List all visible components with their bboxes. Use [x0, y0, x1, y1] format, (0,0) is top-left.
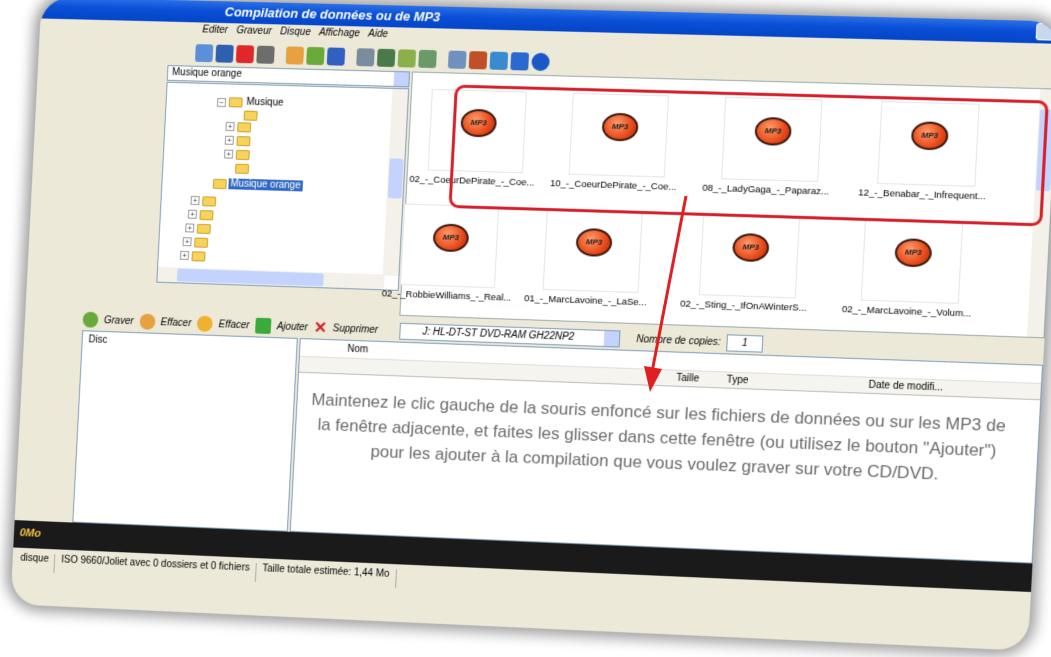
burn-icon[interactable] [356, 47, 375, 67]
tree-item-musique[interactable]: Musique [246, 97, 283, 109]
clear-icon[interactable] [196, 315, 214, 332]
new-icon[interactable] [194, 43, 214, 62]
folder-icon [199, 210, 214, 221]
file-name: 02_-_MarcLavoine_-_Volum... [841, 304, 972, 320]
info-icon[interactable] [531, 52, 551, 71]
drag-hint-text: Maintenez le clic gauche de la souris en… [310, 390, 1007, 484]
compilation-list-pane[interactable]: Nom Taille Type Date de modifi... Mainte… [289, 338, 1044, 564]
remove-files-icon[interactable] [306, 46, 325, 65]
file-item[interactable]: MP3 02_-_RobbieWilliams_-_Real... [381, 197, 518, 304]
menu-editer[interactable]: Editer [202, 24, 228, 35]
highlight-box [448, 84, 1049, 227]
mp3-icon: MP3 [731, 232, 770, 263]
plus-icon[interactable] [254, 317, 272, 335]
expand-icon[interactable]: + [179, 250, 190, 261]
tree-horizontal-scrollbar[interactable] [157, 266, 385, 290]
chevron-down-icon[interactable] [393, 72, 410, 87]
window-title: Compilation de données ou de MP3 [224, 4, 441, 25]
expand-icon[interactable]: + [224, 149, 234, 159]
erase-icon[interactable] [376, 48, 396, 67]
supprimer-button[interactable]: Supprimer [332, 323, 378, 336]
folder-icon [237, 122, 252, 133]
delete-icon[interactable] [235, 44, 255, 63]
cross-icon[interactable]: ✕ [313, 318, 327, 338]
menu-affichage[interactable]: Affichage [319, 27, 360, 39]
menu-aide[interactable]: Aide [368, 29, 388, 40]
folder-icon [194, 237, 209, 248]
expand-icon[interactable]: + [224, 135, 234, 145]
folder-icon [191, 251, 206, 262]
burn-icon[interactable] [82, 311, 99, 328]
folder-icon [243, 110, 258, 121]
settings-icon[interactable] [447, 50, 467, 69]
menu-graveur[interactable]: Graveur [236, 25, 272, 37]
col-taille[interactable]: Taille [676, 373, 700, 385]
folder-icon [235, 149, 250, 161]
mp3-icon: MP3 [432, 223, 470, 253]
folder-path: Musique orange [171, 67, 243, 80]
menu-disque[interactable]: Disque [280, 26, 311, 38]
expand-icon[interactable]: + [190, 195, 200, 206]
effacer-list-button[interactable]: Effacer [218, 319, 249, 331]
copies-label: Nombre de copies: [635, 333, 721, 348]
col-date[interactable]: Date de modifi... [868, 380, 943, 394]
file-name: 02_-_Sting_-_IfOnAWinterS... [679, 298, 808, 314]
copies-stepper[interactable]: 1 [726, 333, 764, 353]
expand-icon[interactable]: + [225, 121, 235, 132]
status-size: Taille totale estimée: 1,44 Mo [261, 563, 397, 589]
burning-app-window: Compilation de données ou de MP3 Editer … [10, 0, 1051, 651]
file-item[interactable]: MP3 02_-_MarcLavoine_-_Volum... [842, 211, 982, 320]
expand-icon[interactable]: + [185, 223, 195, 233]
folder-icon [234, 163, 250, 174]
col-nom[interactable]: Nom [347, 344, 368, 356]
status-format: ISO 9660/Joliet avec 0 dossiers et 0 fic… [60, 554, 257, 582]
copies-value: 1 [741, 337, 748, 349]
file-item[interactable]: MP3 01_-_MarcLavoine_-_LaSe... [524, 201, 661, 308]
disc-icon[interactable] [397, 48, 417, 68]
disc-label: Disc [88, 334, 108, 346]
file-name: 02_-_RobbieWilliams_-_Real... [381, 288, 512, 304]
status-disc: disque [19, 552, 56, 573]
save-icon[interactable] [215, 44, 234, 63]
ajouter-button[interactable]: Ajouter [277, 321, 309, 333]
window-button-icon[interactable] [1035, 22, 1051, 41]
audio-icon[interactable] [468, 50, 488, 69]
chevron-down-icon[interactable] [603, 330, 620, 347]
tree-item-selected[interactable]: Musique orange [228, 178, 303, 192]
web-icon[interactable] [489, 51, 509, 70]
mp3-icon: MP3 [575, 227, 613, 258]
blank-icon[interactable] [326, 46, 346, 66]
expand-icon[interactable]: + [187, 209, 198, 219]
mp3-icon: MP3 [894, 238, 933, 268]
expand-icon[interactable]: + [182, 237, 192, 247]
file-item[interactable]: MP3 02_-_Sting_-_IfOnAWinterS... [680, 206, 819, 314]
folder-icon [212, 178, 227, 190]
col-type[interactable]: Type [726, 375, 748, 387]
add-files-icon[interactable] [285, 45, 305, 65]
folder-icon [228, 97, 243, 108]
folder-icon [196, 223, 211, 235]
file-name: 01_-_MarcLavoine_-_LaSe... [523, 293, 647, 309]
capacity-value: 0Mo [19, 527, 42, 540]
effacer-button[interactable]: Effacer [160, 317, 191, 329]
collapse-icon[interactable]: − [216, 97, 227, 108]
drive-value: J: HL-DT-ST DVD-RAM GH22NP2 [422, 326, 575, 343]
folder-icon [236, 136, 251, 147]
disc-tree-pane[interactable]: Disc [72, 330, 298, 532]
folder-tree[interactable]: − Musique + + + Musique orange + + + + + [156, 81, 410, 291]
help-icon[interactable] [510, 51, 530, 71]
print-icon[interactable] [256, 45, 275, 64]
erase-icon[interactable] [138, 313, 156, 330]
folder-icon [202, 196, 217, 207]
cd-icon[interactable] [418, 49, 437, 68]
graver-button[interactable]: Graver [104, 315, 134, 327]
